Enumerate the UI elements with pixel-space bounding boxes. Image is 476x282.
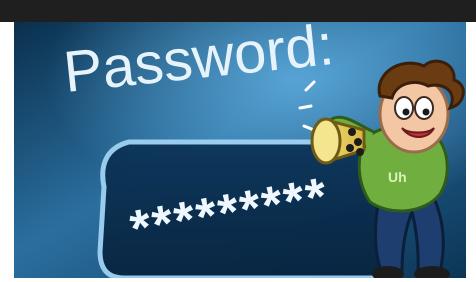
right-eye [414,96,434,120]
megaphone-dot [354,138,362,146]
megaphone-dot [356,148,364,156]
top-bar [0,0,476,22]
illustration-svg: Password: ********* Uh [14,22,466,278]
megaphone-dot [348,128,356,136]
shirt-badge-text: Uh [388,169,407,185]
left-eye [394,96,414,120]
password-illustration: Password: ********* Uh [14,22,466,278]
megaphone-mouth [310,117,342,165]
left-pupil [402,108,410,116]
right-pupil [422,108,430,116]
megaphone-dot [346,144,354,152]
photo-frame: Password: ********* Uh [0,0,476,282]
sound-line [298,104,313,110]
